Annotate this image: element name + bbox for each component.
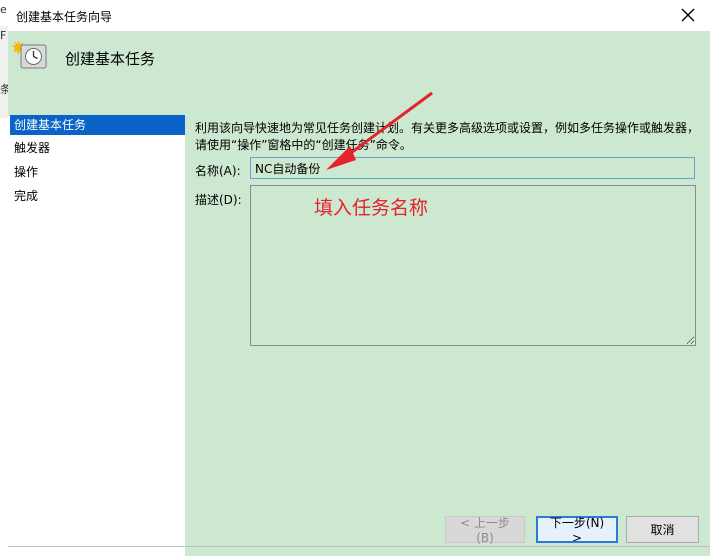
name-label: 名称(A): — [195, 164, 241, 178]
annotation-text: 填入任务名称 — [314, 197, 429, 219]
close-button[interactable] — [676, 3, 700, 27]
back-button[interactable]: < 上一步(B) — [445, 516, 525, 545]
background-fragment: F — [0, 29, 7, 42]
background-fragment: e — [0, 3, 7, 16]
wizard-description: 利用该向导快速地为常见任务创建计划。有关更多高级选项或设置，例如多任务操作或触发… — [195, 121, 700, 152]
step-item-create-basic-task[interactable]: 创建基本任务 — [10, 115, 185, 135]
window-title: 创建基本任务向导 — [16, 10, 113, 24]
annotation-arrow-icon — [326, 91, 433, 170]
step-item-action[interactable]: 操作 — [10, 162, 185, 182]
cancel-button[interactable]: 取消 — [626, 516, 699, 543]
next-button[interactable]: 下一步(N) > — [536, 516, 618, 545]
header-title: 创建基本任务 — [65, 50, 156, 68]
close-icon — [681, 8, 695, 22]
description-label: 描述(D): — [195, 193, 242, 207]
step-item-finish[interactable]: 完成 — [10, 186, 185, 206]
bottom-divider — [8, 546, 710, 547]
step-item-trigger[interactable]: 触发器 — [10, 138, 185, 158]
clock-icon — [12, 40, 48, 70]
title-bar — [8, 0, 710, 31]
